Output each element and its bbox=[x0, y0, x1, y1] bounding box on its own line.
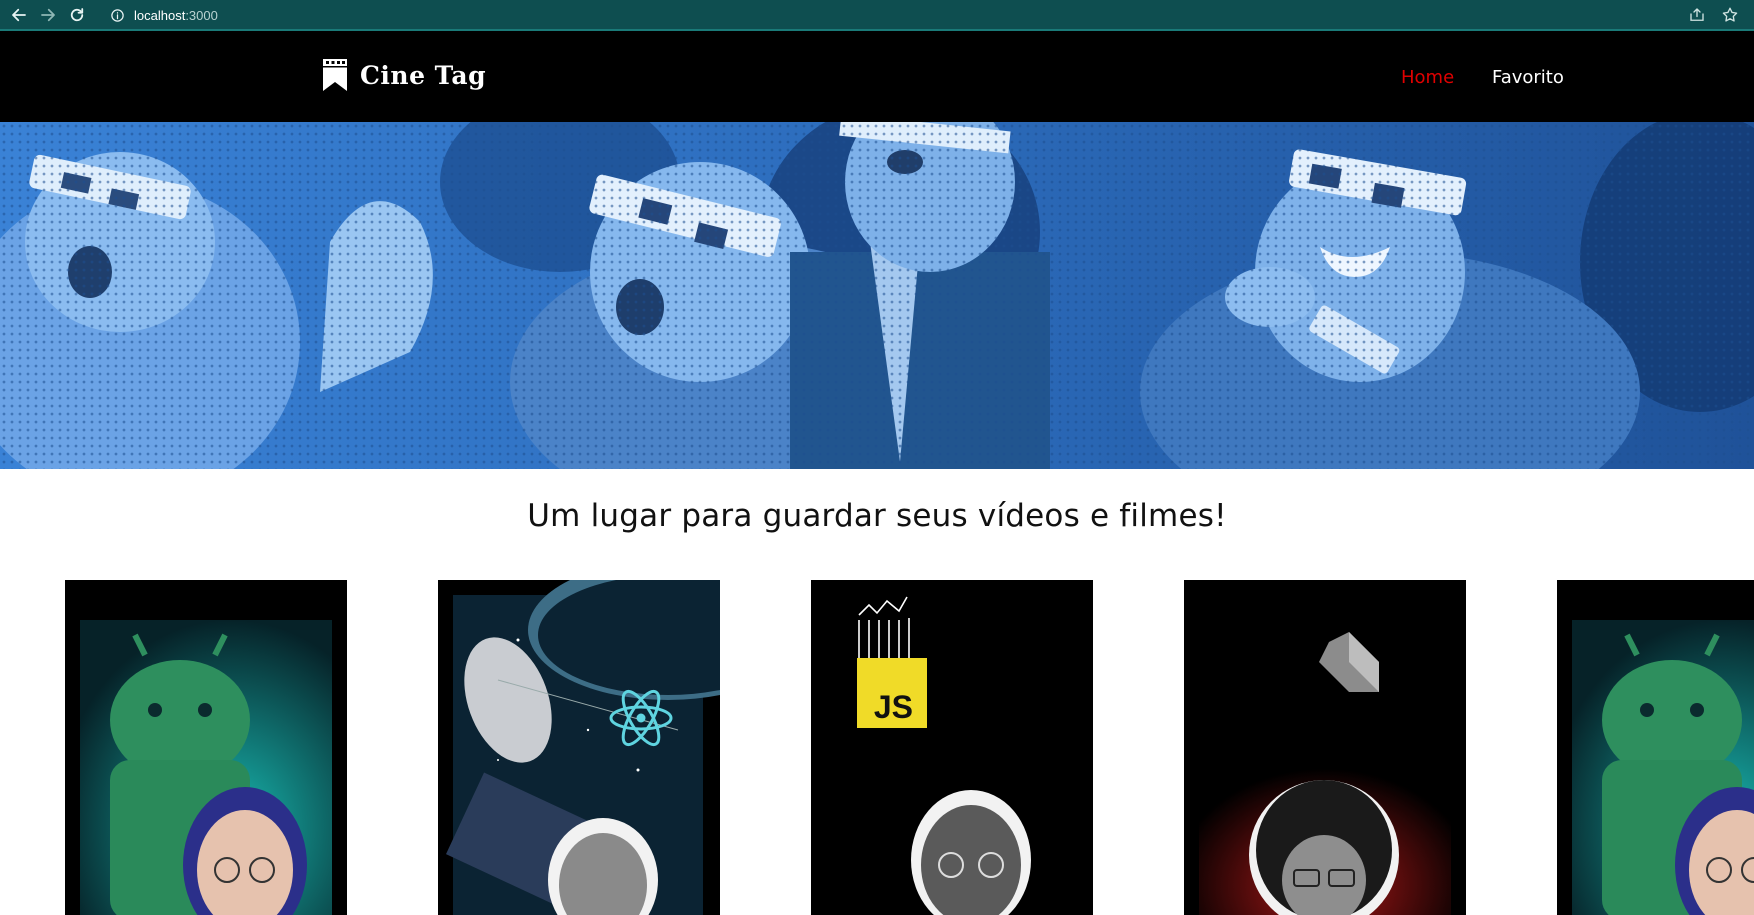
video-card[interactable]: JS bbox=[811, 580, 1093, 915]
video-card[interactable] bbox=[1184, 580, 1466, 915]
nav-favorito-link[interactable]: Favorito bbox=[1492, 67, 1564, 88]
share-icon[interactable] bbox=[1688, 6, 1706, 24]
url-host: localhost bbox=[134, 8, 186, 23]
reload-icon[interactable] bbox=[66, 4, 88, 26]
card-thumbnail-javascript: JS bbox=[811, 580, 1093, 915]
browser-toolbar: localhost:3000 bbox=[0, 0, 1754, 31]
video-card[interactable] bbox=[65, 580, 347, 915]
svg-text:JS: JS bbox=[874, 689, 913, 725]
card-thumbnail-android bbox=[65, 580, 347, 915]
forward-arrow-icon[interactable] bbox=[37, 4, 59, 26]
hero-banner bbox=[0, 122, 1754, 469]
nav-home-link[interactable]: Home bbox=[1401, 67, 1454, 88]
url-port: :3000 bbox=[185, 8, 218, 23]
card-thumbnail-dart bbox=[1184, 580, 1466, 915]
site-header: Cine Tag Home Favorito bbox=[0, 31, 1754, 122]
star-icon[interactable] bbox=[1721, 6, 1739, 24]
logo-text: Cine Tag bbox=[360, 60, 487, 90]
address-bar[interactable]: localhost:3000 bbox=[110, 4, 1650, 27]
hero-image bbox=[0, 122, 1754, 469]
logo[interactable]: Cine Tag bbox=[322, 58, 486, 92]
card-thumbnail-android bbox=[1557, 580, 1754, 915]
page-headline: Um lugar para guardar seus vídeos e film… bbox=[527, 498, 1227, 534]
video-card[interactable] bbox=[1557, 580, 1754, 915]
video-card[interactable] bbox=[438, 580, 720, 915]
info-icon[interactable] bbox=[110, 8, 125, 23]
bookmark-film-icon bbox=[322, 58, 348, 92]
card-thumbnail-react bbox=[438, 580, 720, 915]
back-arrow-icon[interactable] bbox=[8, 4, 30, 26]
